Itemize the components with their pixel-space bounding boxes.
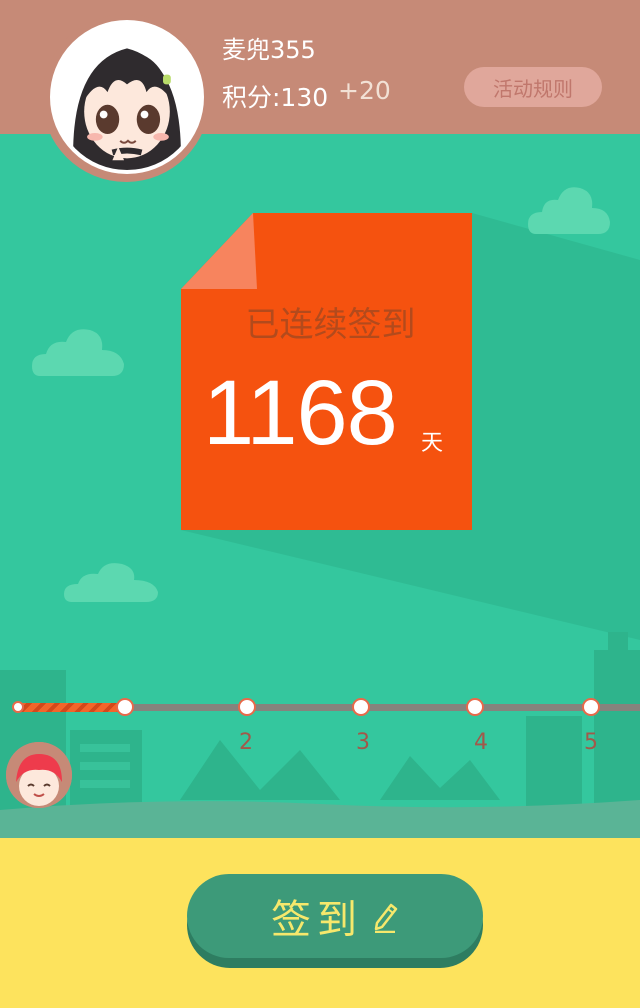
progress-label-3: 3: [356, 730, 370, 755]
progress-label-4: 4: [474, 730, 488, 755]
progress-node-4: [466, 698, 484, 716]
progress-node-1: [116, 698, 134, 716]
progress-node-5: [582, 698, 600, 716]
cloud-icon: [528, 187, 610, 234]
progress-label-2: 2: [239, 730, 253, 755]
streak-card: 已连续签到 1168 天: [181, 213, 472, 530]
streak-unit: 天: [421, 431, 444, 456]
cloud-icon: [64, 563, 158, 602]
pencil-icon: [374, 903, 398, 933]
streak-days: 1168: [203, 362, 398, 464]
progress-label-5: 5: [584, 730, 598, 755]
streak-title: 已连续签到: [245, 305, 416, 345]
cloud-icon: [32, 329, 124, 376]
progress-node-2: [238, 698, 256, 716]
city-landscape: [0, 632, 640, 840]
progress-node-start: [12, 701, 24, 713]
avatar-marker-icon: [6, 742, 72, 808]
sign-in-label: 签到: [271, 897, 363, 943]
progress-fill: [18, 703, 124, 712]
sign-in-button[interactable]: 签到: [187, 874, 483, 958]
progress-node-3: [352, 698, 370, 716]
